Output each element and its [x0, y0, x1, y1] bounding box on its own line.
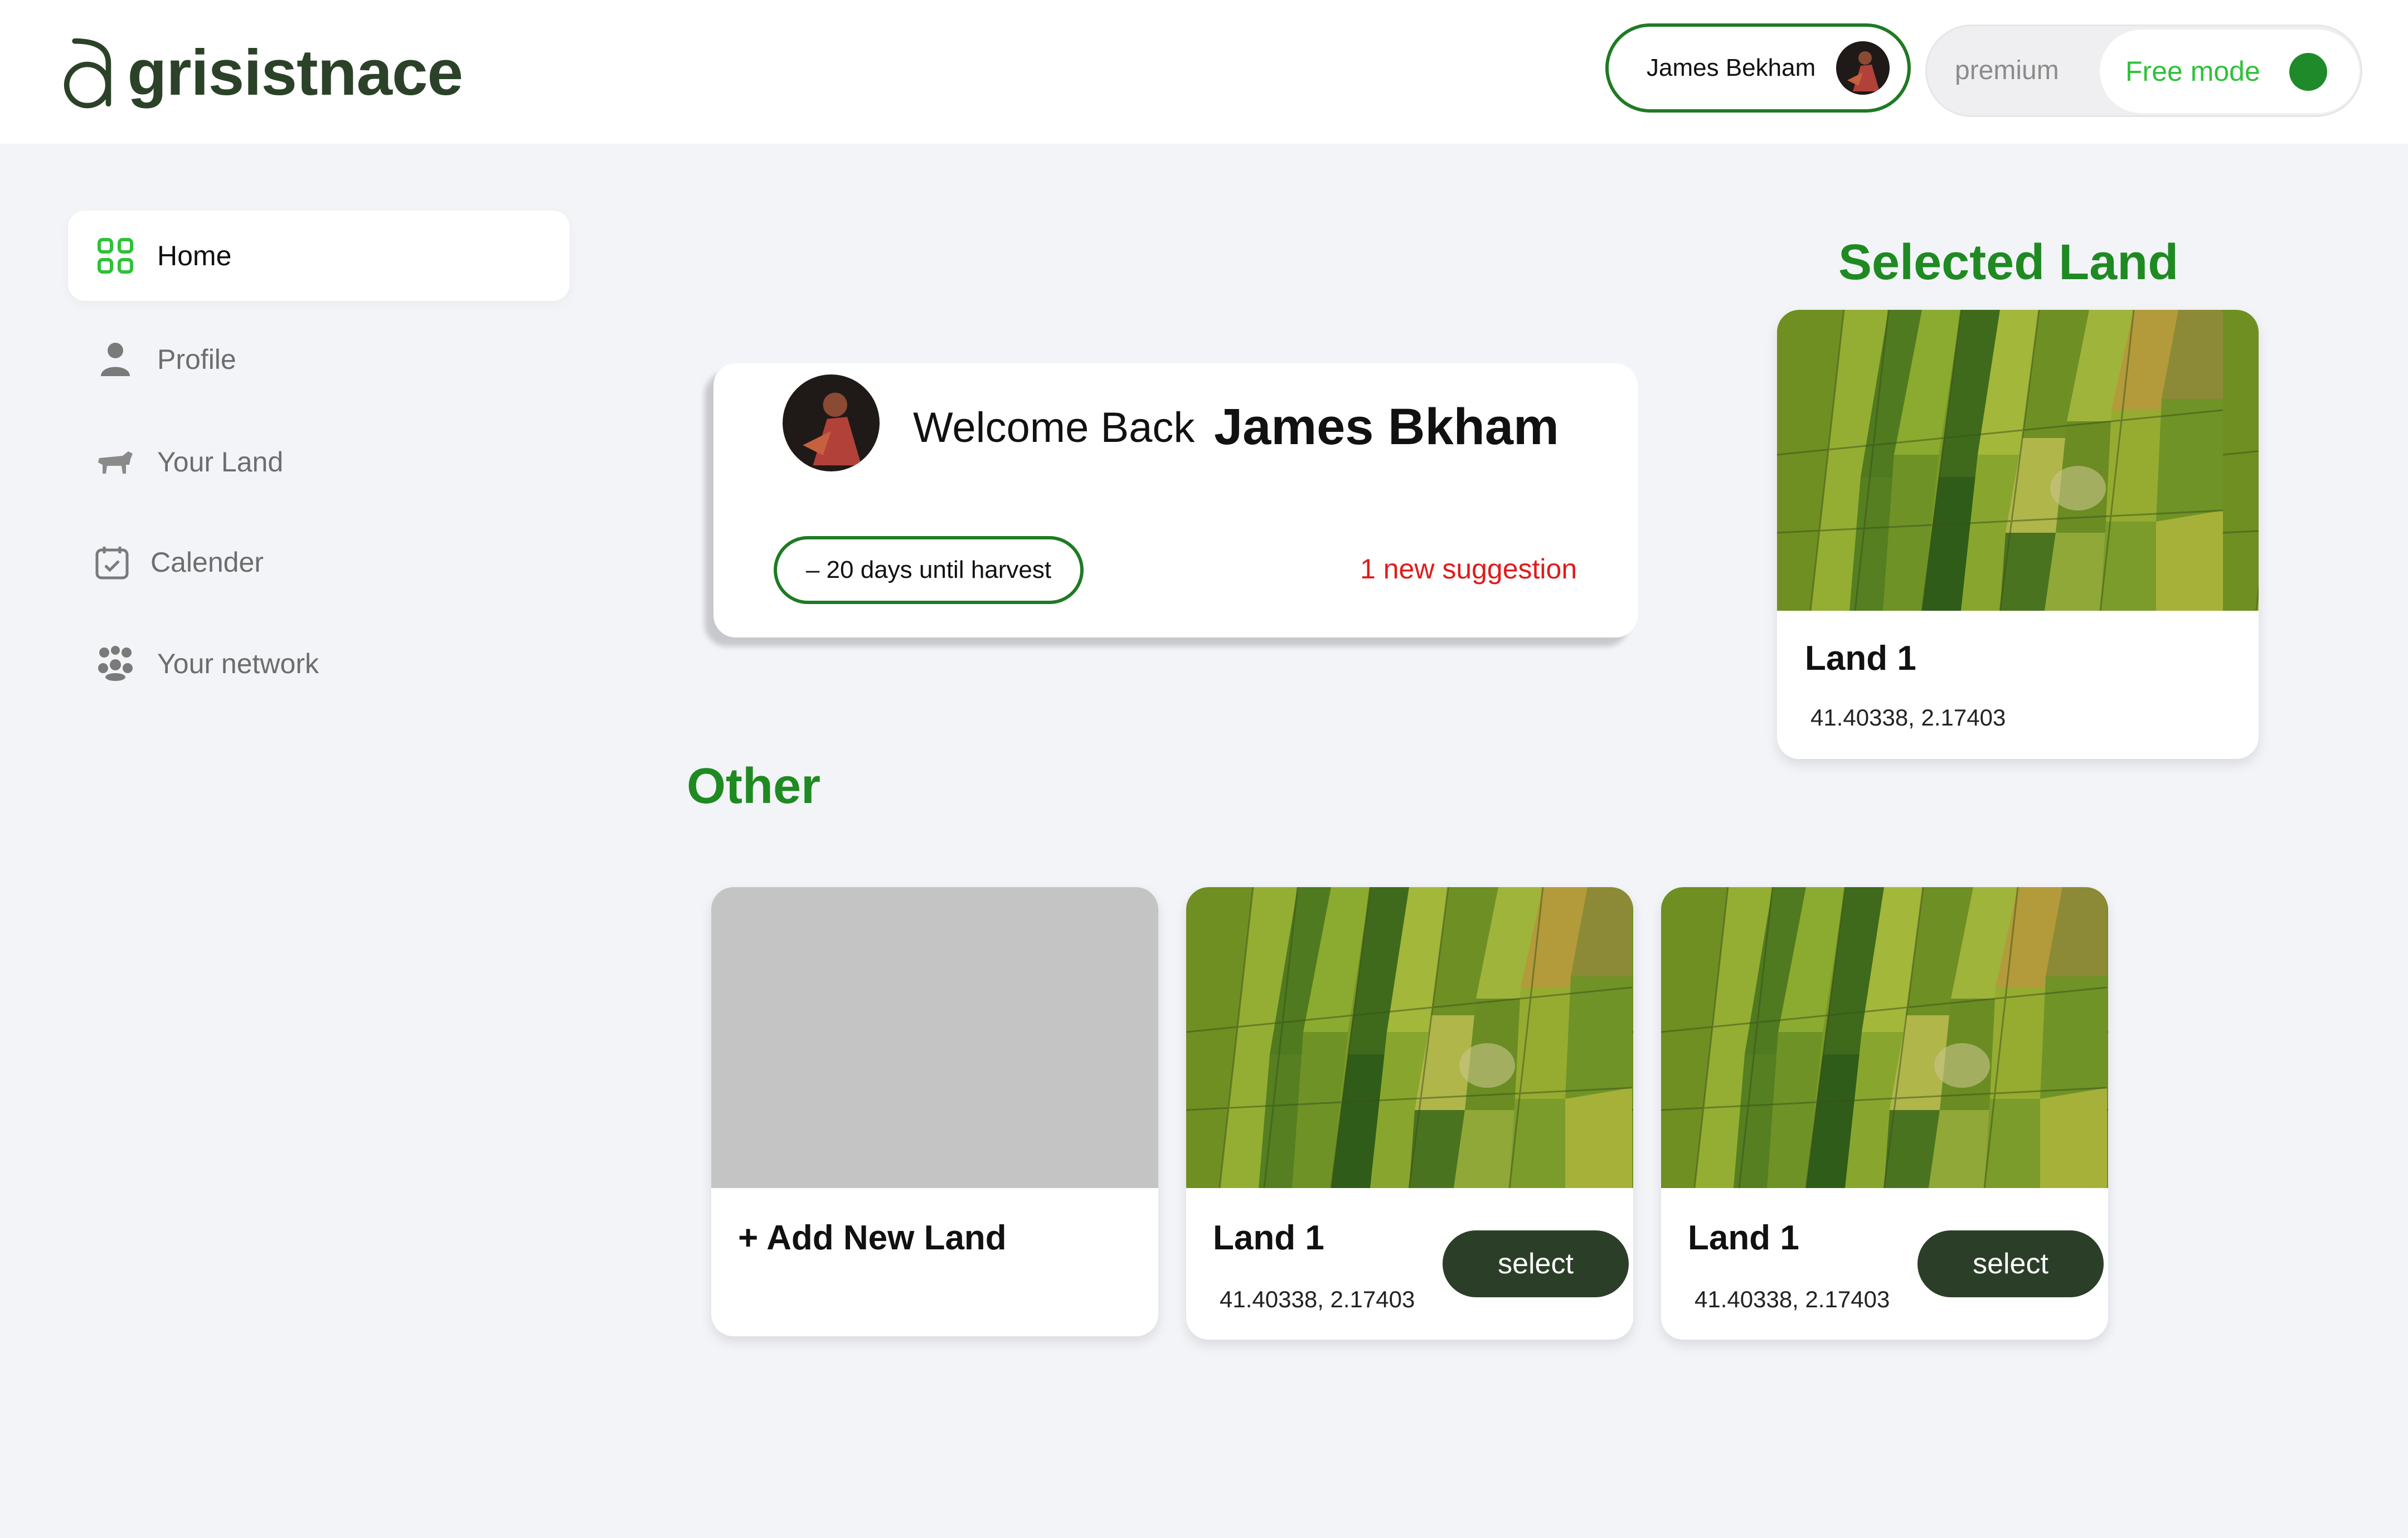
free-mode-option[interactable]: Free mode [2100, 30, 2360, 113]
new-suggestion-link[interactable]: 1 new suggestion [1360, 553, 1577, 585]
free-mode-label: Free mode [2125, 56, 2260, 87]
land-coordinates: 41.40338, 2.17403 [1695, 1286, 1890, 1312]
sidebar-item-home[interactable]: Home [68, 211, 570, 301]
add-land-card[interactable]: + Add New Land [711, 887, 1158, 1336]
selected-land-title: Selected Land [1838, 235, 2179, 290]
land-card[interactable]: Land 1 41.40338, 2.17403 select [1186, 887, 1633, 1340]
welcome-greeting: Welcome Back [913, 404, 1195, 451]
sidebar-item-label: Calender [151, 547, 264, 578]
selected-land-card[interactable]: Land 1 41.40338, 2.17403 [1777, 310, 2259, 759]
add-new-land-label: + Add New Land [738, 1219, 1007, 1257]
user-icon [96, 340, 135, 379]
sidebar-item-profile[interactable]: Profile [68, 314, 570, 405]
welcome-card: Welcome Back James Bkham – 20 days until… [713, 363, 1638, 637]
brand-logo[interactable]: grisistnace [61, 22, 463, 123]
sidebar-item-label: Your network [157, 648, 319, 679]
select-land-button[interactable]: select [1443, 1230, 1629, 1297]
land-name: Land 1 [1213, 1219, 1324, 1257]
sidebar-item-label: Your Land [157, 446, 284, 478]
avatar-image [783, 374, 880, 471]
toggle-dot-icon [2289, 53, 2327, 91]
land-name: Land 1 [1805, 639, 1916, 678]
user-name: James Bekham [1647, 54, 1816, 81]
sidebar-item-calendar[interactable]: Calender [68, 517, 570, 607]
sidebar-item-your-land[interactable]: Your Land [68, 417, 570, 507]
avatar-image [1836, 41, 1890, 95]
user-account-button[interactable]: James Bekham [1605, 23, 1911, 113]
sidebar-item-label: Profile [157, 344, 236, 375]
select-land-button[interactable]: select [1917, 1230, 2104, 1297]
sidebar-item-label: Home [157, 240, 232, 271]
land-card[interactable]: Land 1 41.40338, 2.17403 select [1661, 887, 2108, 1340]
land-aerial-image [1661, 887, 2108, 1188]
land-name: Land 1 [1688, 1219, 1799, 1257]
top-header: grisistnace James Bekham premium Free mo… [0, 0, 2408, 144]
network-icon [96, 644, 135, 683]
add-land-placeholder [711, 887, 1158, 1188]
calendar-icon [93, 543, 132, 582]
logo-mark-icon [64, 38, 111, 109]
plan-mode-toggle[interactable]: premium Free mode [1925, 25, 2362, 117]
sidebar-item-network[interactable]: Your network [68, 619, 570, 709]
other-lands-title: Other [687, 758, 821, 814]
land-coordinates: 41.40338, 2.17403 [1220, 1286, 1415, 1312]
harvest-countdown-badge[interactable]: – 20 days until harvest [774, 536, 1084, 604]
cow-icon [96, 442, 135, 481]
avatar [1836, 41, 1890, 95]
brand-name: grisistnace [127, 36, 463, 109]
welcome-user-name: James Bkham [1214, 398, 1559, 455]
land-aerial-image [1186, 887, 1633, 1188]
avatar [783, 374, 880, 471]
premium-mode-option[interactable]: premium [1955, 55, 2059, 86]
land-coordinates: 41.40338, 2.17403 [1810, 704, 2006, 731]
grid-icon [96, 236, 135, 275]
land-aerial-image [1777, 310, 2259, 611]
